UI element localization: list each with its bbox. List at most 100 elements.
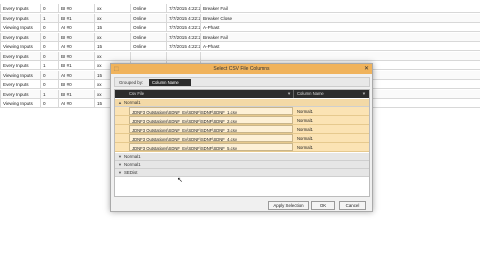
background-cell: Every Inputs [0,51,40,61]
background-row[interactable]: Viewing Inputs 0 AI #0 15 Online 7/7/2015 4:2… [0,42,480,51]
background-cell: 15 [94,42,130,51]
table-row[interactable]: JDNF3 Outstations\SDNF_Ev\SDNF\SDNF\SDNF… [115,134,369,143]
table-row[interactable]: JDNF3 Outstations\SDNF_Ev\SDNF\SDNF\SDNF… [115,143,369,152]
dialog-titlebar[interactable]: ⬚ Select CSV File Columns ✕ [111,64,372,74]
background-cell: 7/7/2015 4:22:29 PM [166,4,200,13]
background-cell: AI #0 [58,42,94,51]
background-cell: 1 [40,13,58,23]
background-cell: 7/7/2015 4:22:29 PM [166,32,200,42]
background-cell: xx [94,51,130,61]
expand-icon[interactable]: ▼ [118,161,122,169]
group-header-row[interactable]: ▼ Normal1 [115,153,369,161]
app-icon: ⬚ [114,66,119,72]
background-cell: 1 [40,61,58,70]
collapse-icon[interactable]: ▲ [118,99,122,107]
background-row[interactable]: Viewing Inputs 0 AI #0 15 Online 7/7/2015 4:2… [0,23,480,32]
background-cell: AI #0 [58,23,94,32]
csv-file-cell[interactable]: JDNF3 Outstations\SDNF_Ev\SDNF\SDNF\SDNF… [129,116,293,124]
background-cell: Viewing Inputs [0,42,40,51]
group-chip-column-name[interactable]: Column Name [149,79,191,86]
background-cell: Viewing Inputs [0,23,40,32]
background-cell: xx [94,13,130,23]
columns-grid: Csv File ▼ Column Name ▼ ▲ Normal1 JDNF3 O… [114,89,370,197]
background-cell: Online [130,42,166,51]
background-cell: Viewing Inputs [0,99,40,108]
background-cell: BI #0 [58,80,94,89]
csv-file-cell[interactable]: JDNF3 Outstations\SDNF_Ev\SDNF\SDNF\SDNF… [129,125,293,133]
group-by-panel: Grouped by: Column Name [114,77,370,87]
column-name-cell: Normal1 [297,118,313,123]
group-by-label: Grouped by: [119,80,144,85]
background-cell: Breaker Close [200,13,250,23]
group-label: Normal1 [124,100,141,105]
background-cell: 0 [40,51,58,61]
background-cell: BI #0 [58,4,94,13]
background-cell: 0 [40,42,58,51]
csv-file-cell[interactable]: JDNF3 Outstations\SDNF_Ev\SDNF\SDNF\SDNF… [129,107,293,115]
background-cell: A-Phast [200,42,250,51]
background-row[interactable]: Every Inputs 0 BI #0 xx Online 7/7/2015 4:22:… [0,32,480,42]
ok-button[interactable]: OK [311,201,335,210]
background-cell: Every Inputs [0,80,40,89]
background-cell: AI #0 [58,70,94,80]
button-bar: Apply Selection OK Cancel [111,200,372,212]
background-row[interactable]: Every Inputs 1 BI #1 xx Online 7/7/2015 4:22:… [0,13,480,23]
table-row[interactable]: JDNF3 Outstations\SDNF_Ev\SDNF\SDNF\SDNF… [115,116,369,125]
background-cell [166,51,200,61]
expand-icon[interactable]: ▼ [118,153,122,161]
apply-selection-button[interactable]: Apply Selection [268,201,309,210]
background-cell: Viewing Inputs [0,70,40,80]
background-cell: 0 [40,70,58,80]
background-cell: Breaker Fail [200,32,250,42]
expand-icon[interactable]: ▼ [118,169,122,177]
background-cell: Breaker Fail [200,4,250,13]
dialog-title: Select CSV File Columns [213,66,270,72]
background-cell: Every Inputs [0,4,40,13]
background-cell: 15 [94,23,130,32]
csv-file-cell[interactable]: JDNF3 Outstations\SDNF_Ev\SDNF\SDNF\SDNF… [129,143,293,151]
background-cell: Every Inputs [0,61,40,70]
table-row[interactable]: JDNF3 Outstations\SDNF_Ev\SDNF\SDNF\SDNF… [115,107,369,116]
group-header-row[interactable]: ▼ SEDist [115,169,369,177]
table-row[interactable]: JDNF3 Outstations\SDNF_Ev\SDNF\SDNF\SDNF… [115,125,369,134]
background-cell: 0 [40,4,58,13]
background-cell: Online [130,32,166,42]
background-cell: 0 [40,80,58,89]
group-header-row[interactable]: ▲ Normal1 [115,99,369,107]
background-cell: 1 [40,89,58,99]
mouse-cursor-icon: ↖ [177,177,183,184]
background-cell: Every Inputs [0,89,40,99]
filter-icon[interactable]: ▼ [362,90,366,98]
background-cell: BI #0 [58,51,94,61]
grid-header: Csv File ▼ Column Name ▼ [115,90,369,98]
background-cell: 0 [40,23,58,32]
filter-icon[interactable]: ▼ [287,90,291,98]
background-cell: 0 [40,32,58,42]
background-cell: Every Inputs [0,32,40,42]
column-name-cell: Normal1 [297,136,313,141]
column-name-cell: Normal1 [297,145,313,150]
header-csv-file[interactable]: Csv File [129,90,144,98]
background-cell: 7/7/2015 4:22:29 PM [166,23,200,32]
csv-file-cell[interactable]: JDNF3 Outstations\SDNF_Ev\SDNF\SDNF\SDNF… [129,134,293,142]
background-cell: Online [130,4,166,13]
background-cell: 7/7/2015 4:22:29 PM [166,42,200,51]
background-cell: xx [94,32,130,42]
group-label: Normal1 [124,154,141,159]
group-header-row[interactable]: ▼ Normal1 [115,161,369,169]
background-cell: Every Inputs [0,13,40,23]
background-cell: BI #0 [58,32,94,42]
background-row[interactable]: Every Inputs 0 BI #0 xx Online 7/7/2015 4:22:… [0,4,480,13]
background-cell: Online [130,13,166,23]
background-cell [200,51,250,61]
close-icon[interactable]: ✕ [364,64,369,74]
group-label: SEDist [124,170,138,175]
background-row[interactable]: Every Inputs 0 BI #0 xx [0,51,480,61]
column-name-cell: Normal1 [297,127,313,132]
cancel-button[interactable]: Cancel [339,201,366,210]
background-cell [130,51,166,61]
header-column-name[interactable]: Column Name [293,90,324,98]
background-cell: BI #1 [58,61,94,70]
background-cell: xx [94,4,130,13]
background-cell: 7/7/2015 4:22:29 PM [166,13,200,23]
